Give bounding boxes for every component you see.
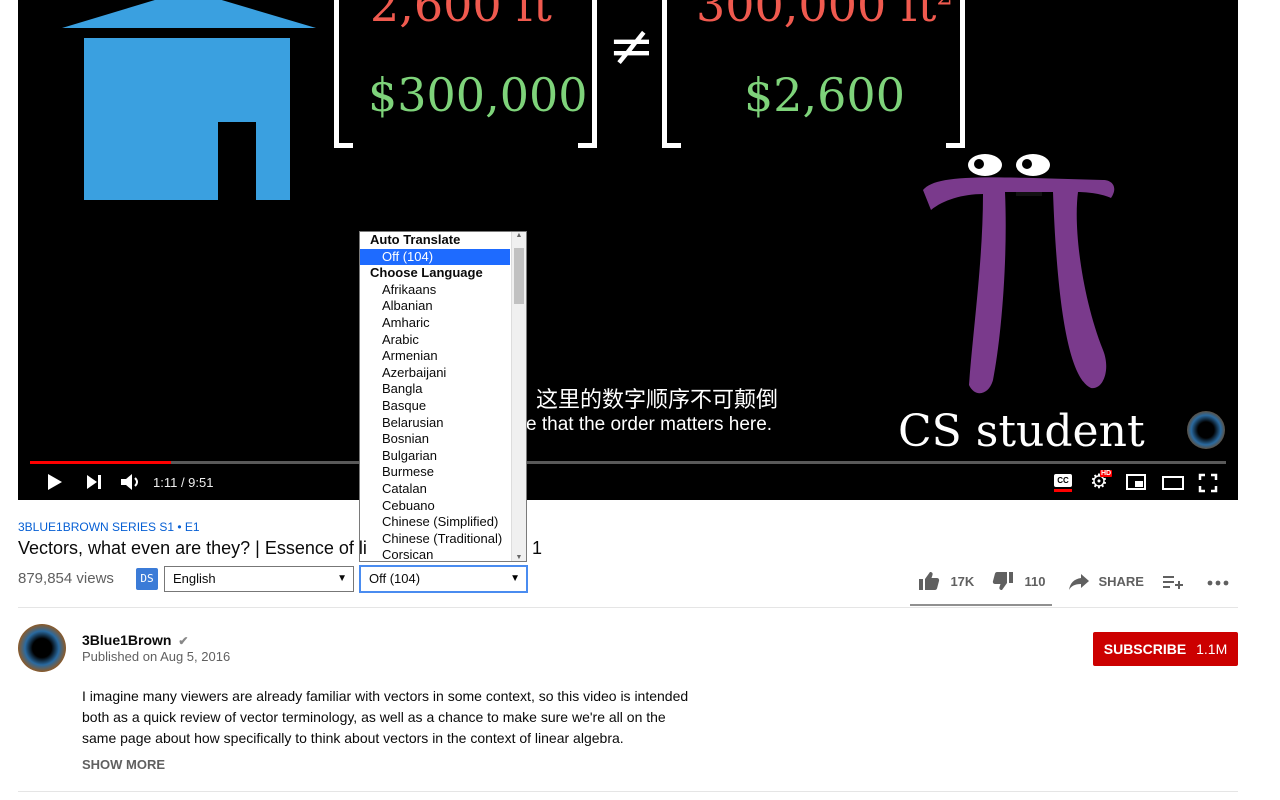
video-player[interactable]: 2,600 ft $300,000 ≠ 300,000 ft2 $2,600 这…: [18, 0, 1238, 500]
dropdown-scrollbar-thumb[interactable]: [514, 248, 524, 304]
divider-bottom: [18, 791, 1238, 792]
target-language-value: Off (104): [369, 571, 421, 586]
captions-icon: CC: [1054, 474, 1072, 487]
scroll-up-arrow-icon[interactable]: ▲: [512, 232, 526, 239]
right-fraction-top-text: 300,000 ft: [696, 0, 937, 32]
channel-avatar[interactable]: [18, 624, 66, 672]
view-count: 879,854 views: [18, 570, 114, 587]
video-description: I imagine many viewers are already famil…: [82, 688, 689, 746]
scroll-down-arrow-icon[interactable]: ▼: [512, 554, 526, 561]
house-illustration: [62, 0, 316, 200]
subscribe-button[interactable]: SUBSCRIBE 1.1M: [1093, 632, 1238, 666]
pi-creature-illustration: [923, 154, 1115, 394]
like-count: 17K: [950, 573, 975, 589]
dropdown-arrow-icon: ▼: [510, 573, 520, 584]
group-choose-language: Choose Language: [370, 265, 483, 281]
fullscreen-icon[interactable]: [1198, 473, 1218, 493]
language-option[interactable]: Bangla: [360, 381, 526, 398]
channel-name[interactable]: 3Blue1Brown ✔: [82, 632, 188, 648]
language-option[interactable]: Afrikaans: [360, 282, 526, 299]
like-button[interactable]: 17K: [918, 570, 974, 592]
dropdown-scrollbar[interactable]: ▲ ▼: [511, 232, 526, 561]
captions-active-indicator: [1054, 489, 1072, 492]
channel-name-text: 3Blue1Brown: [82, 632, 172, 648]
miniplayer-icon[interactable]: [1126, 474, 1146, 490]
play-icon[interactable]: [44, 472, 64, 492]
language-option[interactable]: Burmese: [360, 464, 526, 481]
progress-bar-played: [30, 461, 172, 464]
settings-button[interactable]: ⚙ HD: [1090, 470, 1113, 492]
subtitle-chinese: 这里的数字顺序不可颠倒: [536, 387, 779, 412]
verified-check-icon: ✔: [178, 634, 189, 648]
theater-mode-icon[interactable]: [1162, 476, 1184, 490]
source-language-value: English: [173, 571, 216, 586]
language-option[interactable]: Bosnian: [360, 431, 526, 448]
language-option[interactable]: Basque: [360, 398, 526, 415]
language-option[interactable]: Bulgarian: [360, 448, 526, 465]
publish-date: Published on Aug 5, 2016: [82, 649, 231, 664]
option-off-selected[interactable]: Off (104): [360, 248, 510, 266]
next-video-icon[interactable]: [84, 472, 104, 492]
divider-top: [18, 607, 1238, 608]
language-option[interactable]: Arabic: [360, 332, 526, 349]
channel-watermark-icon[interactable]: [1187, 411, 1225, 449]
dislike-button[interactable]: 110: [992, 570, 1045, 592]
language-option[interactable]: Armenian: [360, 348, 526, 365]
left-bracket-open: [334, 0, 353, 148]
group-auto-translate: Auto Translate: [370, 232, 461, 247]
right-fraction-exponent: 2: [936, 0, 953, 12]
thumbs-up-icon: [919, 572, 940, 590]
language-option[interactable]: Chinese (Traditional): [360, 531, 526, 548]
right-fraction-bottom: $2,600: [744, 68, 905, 122]
language-option[interactable]: Belarusian: [360, 415, 526, 432]
time-display: 1:11 / 9:51: [153, 475, 214, 490]
add-to-playlist-icon[interactable]: [1162, 572, 1184, 592]
subscribe-label: SUBSCRIBE: [1103, 641, 1187, 657]
language-option[interactable]: Cebuano: [360, 498, 526, 515]
language-option[interactable]: Albanian: [360, 298, 526, 315]
progress-bar[interactable]: [30, 461, 1226, 464]
cs-student-label: CS student: [898, 406, 1145, 457]
share-label: SHARE: [1098, 573, 1144, 589]
more-actions-icon[interactable]: [1207, 578, 1229, 588]
thumbs-down-icon: [992, 572, 1013, 590]
video-title-end: 1: [532, 538, 543, 558]
miniplayer-icon-inner: [1135, 481, 1143, 487]
source-language-select[interactable]: English ▼: [164, 566, 354, 592]
dislike-count: 110: [1024, 573, 1046, 589]
show-more-button[interactable]: SHOW MORE: [82, 757, 165, 772]
language-option[interactable]: Catalan: [360, 481, 526, 498]
not-equal-symbol: ≠: [608, 14, 655, 79]
target-language-dropdown-list[interactable]: Auto Translate Off (104) Choose Language…: [359, 231, 527, 562]
dropdown-arrow-icon: ▼: [337, 573, 347, 584]
language-option[interactable]: Corsican: [360, 547, 526, 561]
share-button[interactable]: SHARE: [1068, 570, 1144, 592]
left-fraction-top: 2,600 ft: [370, 0, 552, 32]
share-icon: [1069, 574, 1089, 590]
right-bracket-open: [662, 0, 681, 148]
translator-badge[interactable]: DS: [136, 568, 158, 590]
language-option[interactable]: Azerbaijani: [360, 365, 526, 382]
hd-badge: HD: [1100, 470, 1113, 477]
target-language-select[interactable]: Off (104) ▼: [359, 565, 528, 593]
subtitle-english: e that the order matters here.: [526, 414, 773, 435]
video-title-start: Vectors, what even are they? | Essence o…: [18, 538, 367, 558]
language-option[interactable]: Chinese (Simplified): [360, 514, 526, 531]
series-link[interactable]: 3BLUE1BROWN SERIES S1 • E1: [18, 520, 200, 534]
volume-icon[interactable]: [118, 470, 142, 494]
right-fraction-top: 300,000 ft2: [696, 0, 953, 32]
left-fraction-bottom: $300,000: [368, 68, 588, 122]
subscriber-count: 1.1M: [1196, 641, 1228, 657]
language-option[interactable]: Amharic: [360, 315, 526, 332]
captions-button[interactable]: CC: [1054, 474, 1074, 492]
sentiment-bar: [910, 604, 1052, 606]
